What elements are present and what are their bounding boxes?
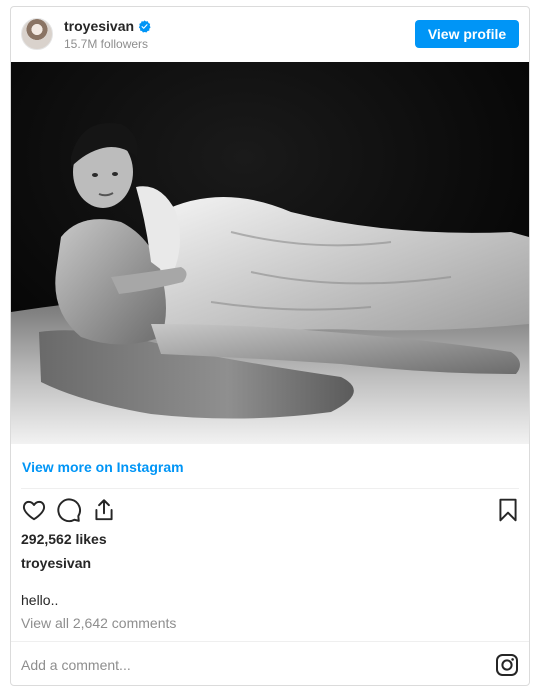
instagram-embed-card: troyesivan 15.7M followers View profile — [10, 6, 530, 686]
heart-icon[interactable] — [21, 497, 47, 523]
comment-icon[interactable] — [56, 497, 82, 523]
add-comment-input[interactable] — [21, 655, 461, 675]
divider — [11, 641, 529, 642]
like-count[interactable]: 292,562 likes — [21, 531, 107, 547]
caption-username[interactable]: troyesivan — [21, 555, 91, 571]
post-actions — [11, 497, 529, 525]
avatar[interactable] — [21, 18, 53, 50]
bookmark-icon[interactable] — [495, 497, 521, 523]
follower-count: 15.7M followers — [64, 37, 149, 51]
post-header: troyesivan 15.7M followers View profile — [11, 7, 529, 62]
view-profile-button[interactable]: View profile — [415, 20, 519, 48]
verified-badge-icon — [138, 19, 151, 33]
post-photo[interactable] — [11, 62, 529, 444]
post-photo-image — [11, 62, 529, 444]
username[interactable]: troyesivan — [64, 18, 134, 34]
instagram-logo-icon[interactable] — [495, 653, 519, 677]
caption-text: hello.. — [21, 592, 59, 608]
view-all-comments-link[interactable]: View all 2,642 comments — [21, 615, 176, 631]
share-icon[interactable] — [91, 497, 117, 523]
divider — [21, 488, 519, 489]
username-row: troyesivan — [64, 18, 151, 34]
view-more-on-instagram-link[interactable]: View more on Instagram — [22, 459, 184, 475]
